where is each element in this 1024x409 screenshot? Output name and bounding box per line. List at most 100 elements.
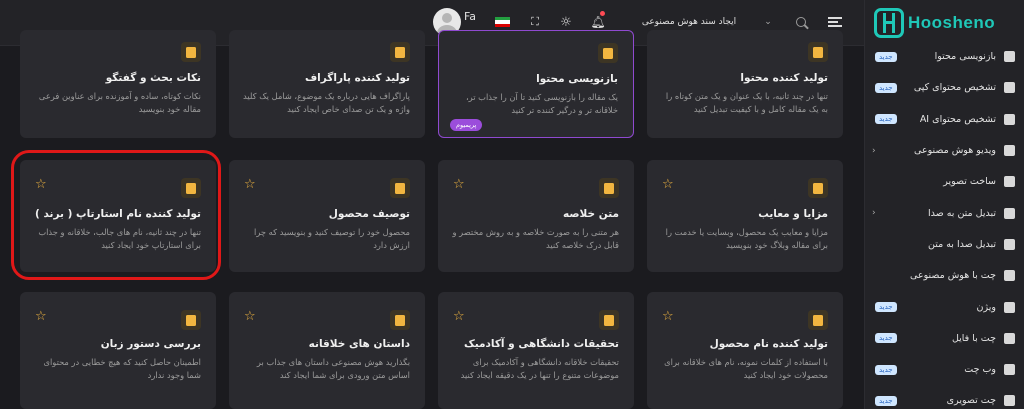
chevron-icon: › (872, 208, 876, 219)
sidebar-item[interactable]: وب چت جدید (864, 354, 1024, 385)
star-icon[interactable]: ☆ (35, 178, 47, 191)
sidebar-item-label: بازنویسی محتوا (934, 51, 996, 63)
sidebar-item[interactable]: چت تصویری جدید (864, 385, 1024, 409)
tool-icon (808, 178, 828, 198)
tool-card[interactable]: تولید کننده پاراگراف پاراگراف هایی درباره… (229, 30, 425, 138)
tool-card[interactable]: ☆ داستان های خلاقانه بگذارید هوش مصنوعی دا… (229, 292, 425, 409)
sidebar-item[interactable]: ویدیو هوش مصنوعی › (864, 135, 1024, 166)
sidebar-item-label: وب چت (964, 364, 996, 376)
sidebar-item[interactable]: ویژن جدید (864, 291, 1024, 322)
tool-card[interactable]: تولید کننده محتوا تنها در چند ثانیه، با ی… (647, 30, 843, 138)
sidebar-item-label: چت با هوش مصنوعی (909, 270, 996, 282)
tool-icon (599, 178, 619, 198)
sidebar-item-label: ویدیو هوش مصنوعی (913, 145, 996, 157)
star-icon[interactable]: ☆ (453, 178, 465, 191)
new-badge: جدید (875, 51, 897, 62)
sidebar-item-label: تبدیل صدا به متن (927, 238, 996, 250)
tool-card-title: تحقیقات دانشگاهی و آکادمیک (463, 338, 619, 350)
new-badge: جدید (875, 333, 897, 344)
star-icon[interactable]: ☆ (662, 178, 674, 191)
sidebar-item-label: تشخیص محتوای AI (919, 113, 996, 125)
star-icon[interactable]: ☆ (244, 178, 256, 191)
tool-icon (390, 178, 410, 198)
file-chat-icon (1002, 331, 1016, 345)
star-icon[interactable]: ☆ (35, 310, 47, 323)
sidebar-item[interactable]: تبدیل صدا به متن (864, 229, 1024, 260)
tool-card-title: توصیف محصول (328, 208, 410, 220)
tool-card-description: تنها در چند ثانیه، نام های جالب، خلاقانه… (38, 227, 201, 250)
tool-card-description: مزایا و معایب یک محصول، وبسایت یا خدمت ر… (665, 227, 828, 250)
sidebar-item-label: ساخت تصویر (943, 176, 996, 188)
tool-icon (181, 178, 201, 198)
globe-icon (1002, 363, 1016, 377)
chevron-icon: › (872, 145, 876, 156)
new-badge: جدید (875, 395, 897, 406)
sidebar-item-label: چت با فایل (951, 332, 996, 344)
tool-card-title: تولید کننده پاراگراف (304, 72, 410, 84)
tool-card[interactable]: ☆ متن خلاصه هر متنی را به صورت خلاصه و به … (438, 160, 634, 272)
tool-card[interactable]: ☆ تولید کننده نام محصول با استفاده از کلما… (647, 292, 843, 409)
waveform-icon (1002, 206, 1016, 220)
tool-card-description: با استفاده از کلمات نمونه، نام های خلاقا… (664, 357, 828, 380)
sidebar-nav: بازنویسی محتوا جدید تشخیص محتوای کپی جدید تش… (864, 41, 1024, 409)
brand-name: Hoosheno (908, 13, 996, 32)
tool-card-description: تنها در چند ثانیه، با یک عنوان و یک متن … (665, 91, 828, 114)
pen-icon (1002, 50, 1016, 64)
tool-card-title: مزایا و معایب (758, 208, 828, 220)
image-chat-icon (1002, 394, 1016, 408)
audio-file-icon (1002, 237, 1016, 251)
tool-card-title: تولید کننده محتوا (740, 72, 828, 84)
tool-icon (181, 42, 201, 62)
new-badge: جدید (875, 82, 897, 93)
sidebar-item[interactable]: چت با فایل جدید (864, 323, 1024, 354)
tool-card-title: داستان های خلاقانه (308, 338, 410, 350)
sidebar: Hoosheno بازنویسی محتوا جدید تشخیص محتوای … (864, 0, 1024, 409)
tool-card[interactable]: ☆ تحقیقات دانشگاهی و آکادمیک تحقیقات خلاقا… (438, 292, 634, 409)
star-icon[interactable]: ☆ (662, 310, 674, 323)
premium-badge: پریمیوم (450, 119, 483, 131)
tool-icon (390, 42, 410, 62)
tool-card-description: بگذارید هوش مصنوعی داستان های جذاب بر اس… (256, 357, 410, 380)
new-badge: جدید (875, 302, 897, 313)
tool-icon (808, 310, 828, 330)
tool-icon (808, 42, 828, 62)
tool-card[interactable]: ☆ مزایا و معایب مزایا و معایب یک محصول، وب… (647, 160, 843, 272)
shield-icon (1002, 81, 1016, 95)
tool-card-title: متن خلاصه (563, 208, 619, 220)
tool-card[interactable]: نکات بحث و گفتگو نکات کوتاه، ساده و آموزن… (20, 30, 216, 138)
sidebar-item[interactable]: چت با هوش مصنوعی (864, 260, 1024, 291)
tool-icon (599, 310, 619, 330)
sidebar-item[interactable]: تشخیص محتوای کپی جدید (864, 72, 1024, 103)
sidebar-item[interactable]: ساخت تصویر (864, 166, 1024, 197)
video-icon (1002, 144, 1016, 158)
sidebar-item-label: چت تصویری (946, 395, 996, 407)
sidebar-item[interactable]: تبدیل متن به صدا › (864, 197, 1024, 228)
tool-card[interactable]: ☆ بررسی دستور زبان اطمینان حاصل کنید که هی… (20, 292, 216, 409)
document-icon (1002, 112, 1016, 126)
language-label[interactable]: Fa (462, 4, 478, 28)
sidebar-item-label: تبدیل متن به صدا (927, 207, 996, 219)
tool-card-description: اطمینان حاصل کنید که هیچ خطایی در محتوای… (43, 357, 201, 380)
tool-card-description: یک مقاله را بازنویسی کنید تا آن را جذاب … (465, 92, 618, 115)
tool-card[interactable]: ☆ تولید کننده نام استارتاپ ( برند ) تنها د… (20, 160, 216, 272)
new-badge: جدید (875, 114, 897, 125)
tool-card[interactable]: ☆ توصیف محصول محصول خود را توصیف کنید و بن… (229, 160, 425, 272)
new-badge: جدید (875, 364, 897, 375)
tool-icon (390, 310, 410, 330)
image-icon (1002, 175, 1016, 189)
sidebar-item-label: ویژن (976, 301, 996, 313)
logo-icon (874, 8, 904, 38)
tool-card-title: تولید کننده نام استارتاپ ( برند ) (35, 208, 201, 220)
tool-card-description: پاراگراف هایی درباره یک موضوع، شامل یک ک… (243, 91, 410, 114)
sidebar-item[interactable]: تشخیص محتوای AI جدید (864, 104, 1024, 135)
chat-icon (1002, 269, 1016, 283)
star-icon[interactable]: ☆ (453, 310, 465, 323)
tool-card-title: تولید کننده نام محصول (709, 338, 828, 350)
eye-icon (1002, 300, 1016, 314)
tool-card[interactable]: بازنویسی محتوا یک مقاله را بازنویسی کنید … (438, 30, 634, 138)
brand-logo[interactable]: Hoosheno (864, 0, 1024, 46)
tool-card-title: بررسی دستور زبان (100, 338, 201, 350)
star-icon[interactable]: ☆ (244, 310, 256, 323)
sidebar-item[interactable]: بازنویسی محتوا جدید (864, 41, 1024, 72)
tool-card-title: بازنویسی محتوا (536, 73, 618, 85)
